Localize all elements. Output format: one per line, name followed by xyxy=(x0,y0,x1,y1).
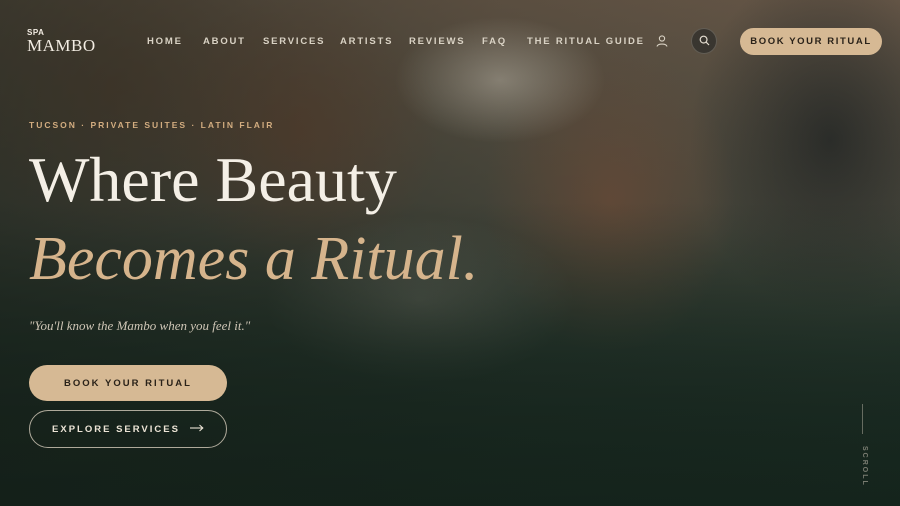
brand-name: MAMBO xyxy=(27,36,96,55)
scroll-indicator-line xyxy=(862,404,863,434)
hero-headline-line1: Where Beauty xyxy=(29,144,397,215)
nav-ritual-guide[interactable]: THE RITUAL GUIDE xyxy=(527,36,645,47)
nav-home[interactable]: HOME xyxy=(147,36,183,47)
nav-reviews[interactable]: REVIEWS xyxy=(409,36,465,47)
nav-artists[interactable]: ARTISTS xyxy=(340,36,393,47)
nav-about[interactable]: ABOUT xyxy=(203,36,246,47)
arrow-right-icon xyxy=(189,424,204,435)
site-header: SPA MAMBO HOME ABOUT SERVICES ARTISTS RE… xyxy=(0,0,900,84)
nav-services[interactable]: SERVICES xyxy=(263,36,325,47)
nav-faq[interactable]: FAQ xyxy=(482,36,507,47)
user-icon[interactable] xyxy=(655,34,669,48)
explore-services-button[interactable]: EXPLORE SERVICES xyxy=(29,410,227,448)
hero-headline-line2: Becomes a Ritual. xyxy=(29,225,479,293)
search-button[interactable] xyxy=(691,28,717,54)
search-icon xyxy=(699,34,710,49)
hero-tagline: "You'll know the Mambo when you feel it.… xyxy=(29,318,251,333)
book-ritual-nav-button[interactable]: BOOK YOUR RITUAL xyxy=(740,28,882,55)
scroll-indicator-label[interactable]: SCROLL xyxy=(856,446,868,487)
book-ritual-button[interactable]: BOOK YOUR RITUAL xyxy=(29,365,227,401)
hero-eyebrow: TUCSON · PRIVATE SUITES · LATIN FLAIR xyxy=(29,120,275,130)
explore-services-label: EXPLORE SERVICES xyxy=(52,423,180,435)
